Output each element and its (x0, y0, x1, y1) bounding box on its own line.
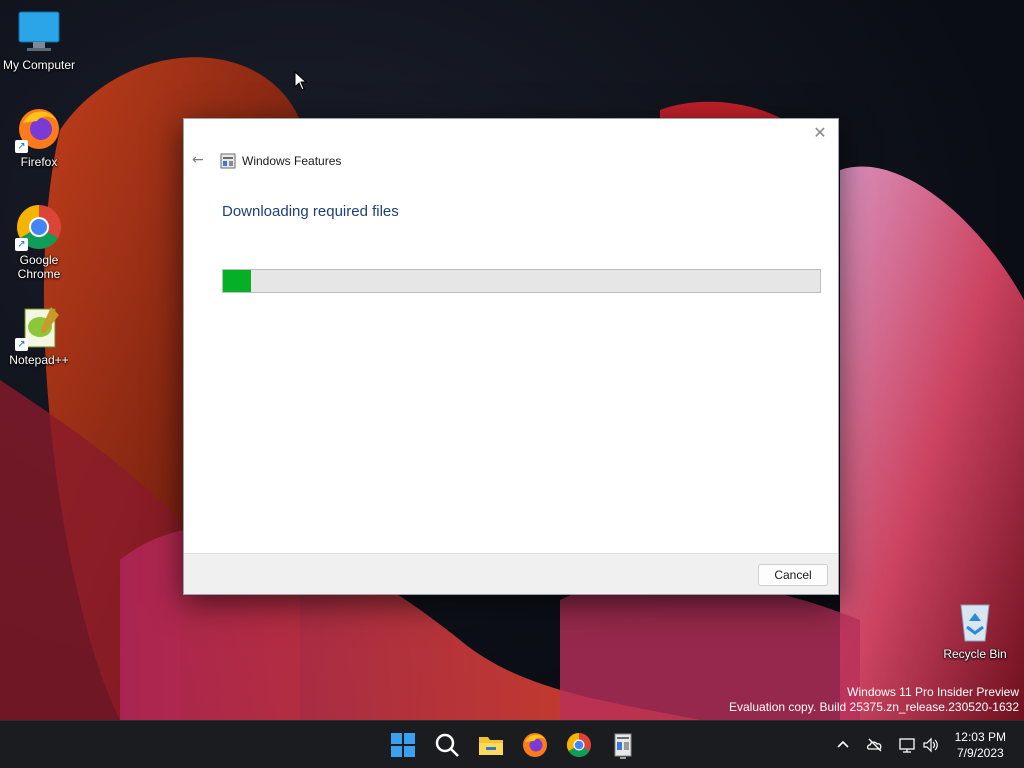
evaluation-watermark: Windows 11 Pro Insider Preview Evaluatio… (729, 685, 1019, 715)
desktop-icon-firefox[interactable]: ↗ Firefox (0, 105, 78, 169)
desktop-icon-label: Firefox (20, 155, 58, 169)
close-icon: ✕ (813, 123, 827, 142)
back-button[interactable]: ← (192, 152, 208, 168)
shortcut-arrow-icon: ↗ (15, 140, 28, 153)
shortcut-arrow-icon: ↗ (15, 338, 28, 351)
file-explorer-icon[interactable] (477, 731, 505, 759)
windows-features-icon[interactable] (609, 731, 637, 759)
desktop-icon-notepad-plus-plus[interactable]: ↗ Notepad++ (0, 303, 78, 367)
desktop-icon-label: Recycle Bin (943, 647, 1007, 661)
chrome-icon: ↗ (15, 203, 63, 251)
dialog-footer: Cancel (184, 553, 838, 594)
watermark-line-1: Windows 11 Pro Insider Preview (847, 685, 1019, 699)
desktop-icon-label: My Computer (2, 58, 76, 72)
desktop-icon-label: Google Chrome (17, 253, 61, 281)
monitor-icon (15, 8, 63, 56)
desktop-icon-google-chrome[interactable]: ↗ Google Chrome (0, 203, 78, 281)
mouse-cursor-icon (294, 71, 308, 91)
recycle-bin-icon (951, 597, 999, 645)
show-hidden-icons-chevron-up-icon[interactable] (834, 736, 852, 754)
progress-fill (223, 270, 252, 292)
shortcut-arrow-icon: ↗ (15, 238, 28, 251)
dialog-title: Windows Features (242, 154, 342, 168)
volume-icon[interactable] (922, 736, 940, 754)
dialog-title-row: Windows Features (220, 153, 341, 169)
download-progress-bar (222, 269, 821, 293)
windows-features-icon (220, 153, 236, 169)
taskbar: 12:03 PM 7/9/2023 (0, 720, 1024, 768)
taskbar-clock[interactable]: 12:03 PM 7/9/2023 (955, 729, 1006, 761)
network-icon[interactable] (898, 736, 916, 754)
firefox-icon[interactable] (521, 731, 549, 759)
back-arrow-icon: ← (192, 152, 204, 168)
desktop-icon-my-computer[interactable]: My Computer (0, 8, 78, 72)
desktop-icon-recycle-bin[interactable]: Recycle Bin (936, 597, 1014, 661)
chrome-icon[interactable] (565, 731, 593, 759)
notepad-plus-plus-icon: ↗ (15, 303, 63, 351)
clock-time: 12:03 PM (954, 730, 1006, 744)
watermark-line-2: Evaluation copy. Build 25375.zn_release.… (729, 700, 1019, 714)
search-icon[interactable] (433, 731, 461, 759)
dialog-heading: Downloading required files (222, 203, 399, 220)
firefox-icon: ↗ (15, 105, 63, 153)
clock-date: 7/9/2023 (956, 746, 1004, 760)
windows-features-dialog: ✕ ← Windows Features Downloading require… (183, 118, 839, 595)
close-button[interactable]: ✕ (810, 123, 830, 143)
start-icon[interactable] (389, 731, 417, 759)
cancel-button[interactable]: Cancel (758, 564, 828, 586)
desktop-icon-label: Notepad++ (9, 353, 69, 367)
system-tray (834, 721, 940, 768)
onedrive-offline-icon[interactable] (866, 736, 884, 754)
